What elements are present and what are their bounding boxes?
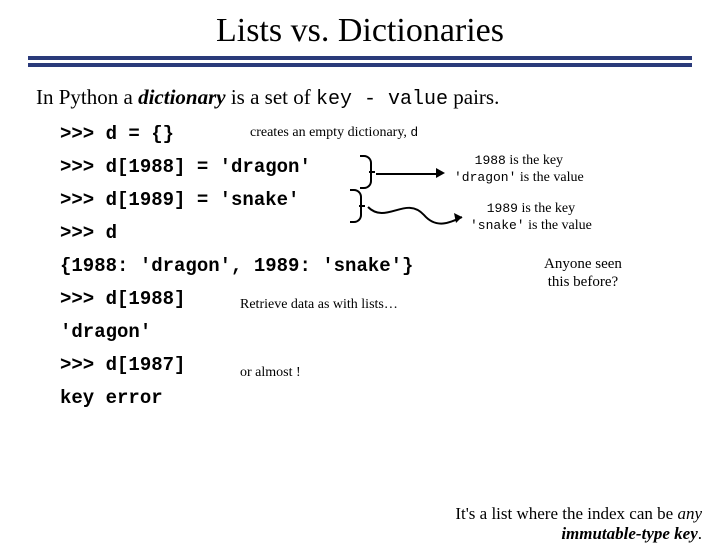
ann-kv1-keytxt: is the key <box>506 153 563 168</box>
annotation-kv2: 1989 is the key 'snake' is the value <box>470 201 592 235</box>
seen-line-2: this before? <box>548 274 618 290</box>
footer-c: . <box>698 524 702 543</box>
intro-mid: is a set of <box>226 85 316 109</box>
annotation-almost: or almost ! <box>240 365 301 382</box>
code-line-7: 'dragon' <box>60 323 720 342</box>
code-line-9: key error <box>60 389 720 408</box>
code-line-2: >>> d[1988] = 'dragon' <box>60 158 720 177</box>
annotation-kv1: 1988 is the key 'dragon' is the value <box>454 153 584 187</box>
footer-imt: immutable-type key <box>561 524 697 543</box>
intro-pre: In Python a <box>36 85 138 109</box>
intro-term: dictionary <box>138 85 226 109</box>
annotation-retrieve: Retrieve data as with lists… <box>240 297 398 314</box>
ann-kv2-valtxt: is the value <box>525 218 592 233</box>
code-block: >>> d = {} >>> d[1988] = 'dragon' >>> d[… <box>60 125 720 408</box>
intro-text: In Python a dictionary is a set of key -… <box>36 85 720 111</box>
code-line-3: >>> d[1989] = 'snake' <box>60 191 720 210</box>
annotation-creates: creates an empty dictionary, d <box>250 125 418 142</box>
annotation-creates-text: creates an empty dictionary, <box>250 125 410 140</box>
ann-kv2-key: 1989 <box>487 201 518 216</box>
footer-any: any <box>677 504 702 523</box>
code-line-8: >>> d[1987] <box>60 356 720 375</box>
ann-kv2-val: 'snake' <box>470 218 525 233</box>
page-title: Lists vs. Dictionaries <box>0 12 720 50</box>
annotation-creates-var: d <box>410 125 418 140</box>
footer-note: It's a list where the index can be any i… <box>372 504 702 544</box>
divider <box>28 56 692 67</box>
footer-a: It's a list where the index can be <box>455 504 677 523</box>
ann-kv1-key: 1988 <box>475 153 506 168</box>
intro-kv: key - value <box>316 88 448 111</box>
ann-kv1-val: 'dragon' <box>454 170 516 185</box>
seen-line-1: Anyone seen <box>544 256 622 272</box>
code-line-4: >>> d <box>60 224 720 243</box>
ann-kv1-valtxt: is the value <box>516 170 583 185</box>
intro-post: pairs. <box>448 85 499 109</box>
ann-kv2-keytxt: is the key <box>518 201 575 216</box>
annotation-seen: Anyone seen this before? <box>544 255 622 291</box>
